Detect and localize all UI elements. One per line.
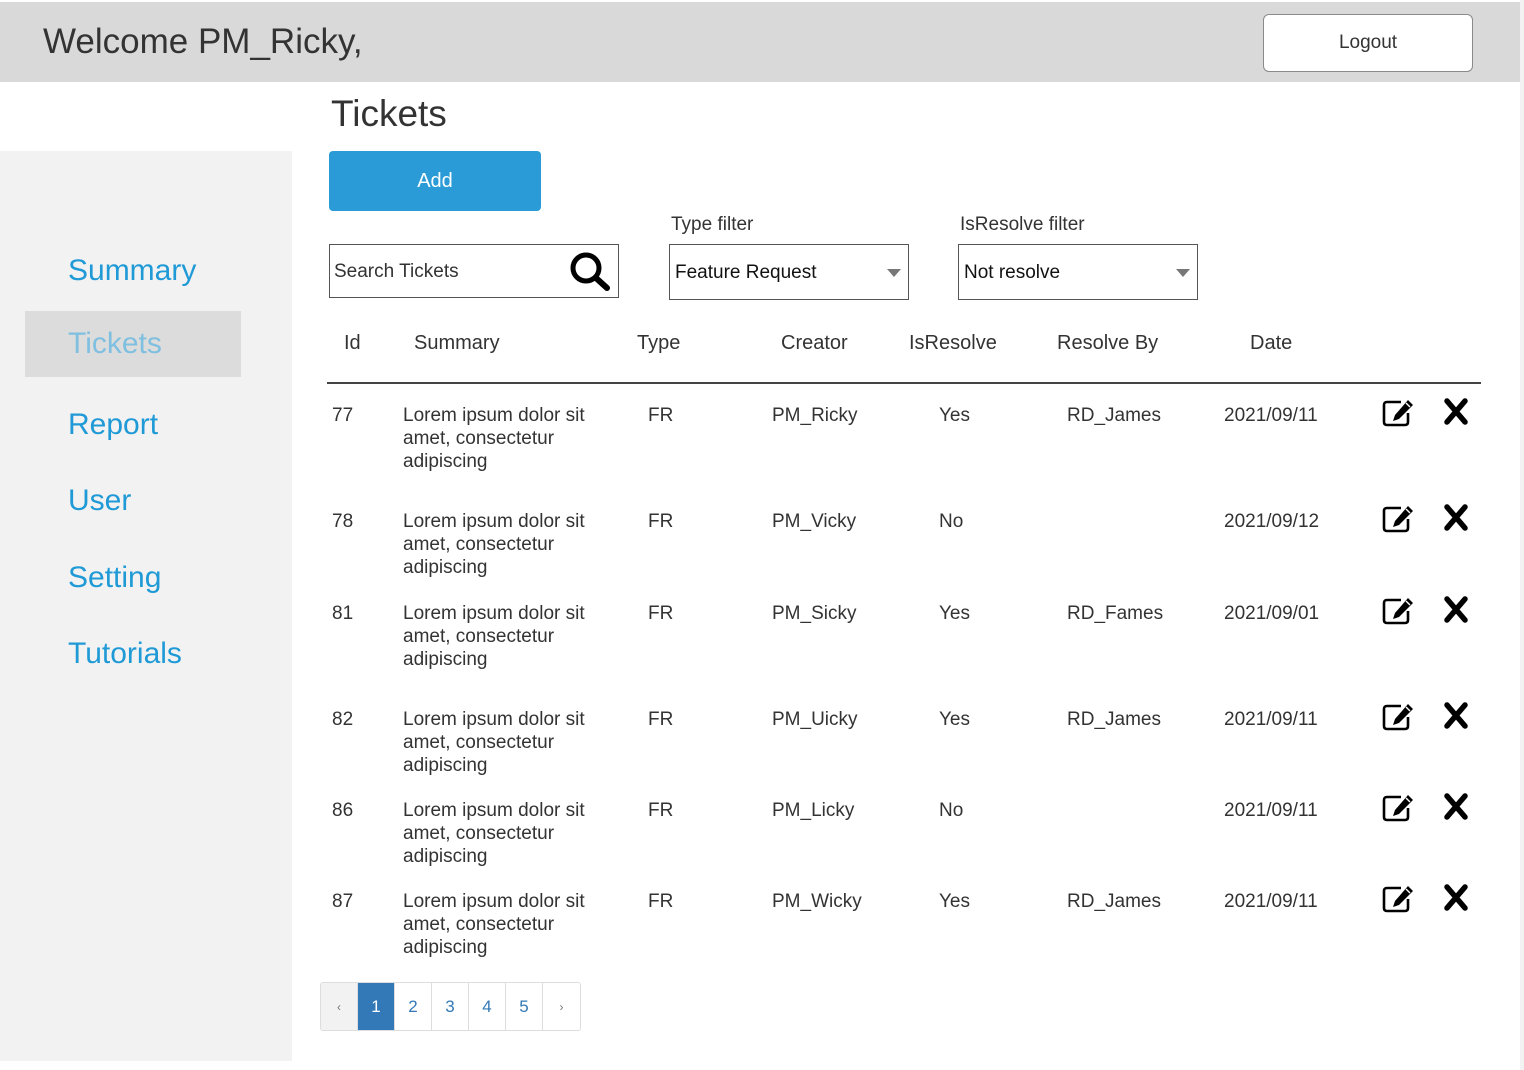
pagination-page-3[interactable]: 3 [432, 983, 469, 1030]
sidebar-item-summary[interactable]: Summary [25, 238, 241, 304]
app-window: Welcome PM_Ricky, Logout Summary Tickets… [0, 0, 1524, 1070]
cell-isresolve: Yes [939, 603, 970, 624]
caret-down-icon [1176, 269, 1190, 277]
cell-isresolve: Yes [939, 405, 970, 426]
pagination-page-5[interactable]: 5 [506, 983, 543, 1030]
table-header-divider [327, 382, 1481, 384]
cell-isresolve: No [939, 800, 964, 821]
edit-icon[interactable] [1382, 504, 1416, 534]
column-header-date: Date [1250, 332, 1293, 354]
pagination-prev-button[interactable]: ‹ [321, 983, 358, 1030]
cell-id: 78 [332, 511, 354, 532]
cell-resolve-by: RD_James [1067, 709, 1161, 730]
caret-down-icon [887, 269, 901, 277]
table-row: 78 Lorem ipsum dolor sit amet, consectet… [0, 504, 1520, 600]
cell-summary: Lorem ipsum dolor sit amet, consectetur … [403, 709, 585, 776]
cell-resolve-by: RD_Fames [1067, 603, 1164, 624]
type-filter-label: Type filter [671, 214, 754, 235]
delete-icon[interactable] [1444, 884, 1468, 911]
cell-id: 86 [332, 800, 354, 821]
column-header-resolve-by: Resolve By [1057, 332, 1159, 354]
resolve-filter-select[interactable]: Not resolve [958, 244, 1198, 300]
welcome-text: Welcome PM_Ricky, [43, 22, 363, 61]
column-header-id: Id [344, 332, 361, 354]
cell-type: FR [648, 709, 674, 730]
cell-id: 87 [332, 891, 354, 912]
cell-creator: PM_Ricky [772, 405, 858, 426]
resolve-filter-label: IsResolve filter [960, 214, 1085, 235]
cell-date: 2021/09/12 [1224, 511, 1320, 532]
cell-type: FR [648, 603, 674, 624]
cell-summary: Lorem ipsum dolor sit amet, consectetur … [403, 405, 585, 472]
cell-type: FR [648, 891, 674, 912]
delete-icon[interactable] [1444, 596, 1468, 623]
pagination-next-button[interactable]: › [543, 983, 580, 1030]
column-header-isresolve: IsResolve [909, 332, 997, 354]
pagination: ‹ 1 2 3 4 5 › [320, 982, 581, 1031]
cell-creator: PM_Vicky [772, 511, 857, 532]
cell-id: 77 [332, 405, 354, 426]
cell-date: 2021/09/11 [1224, 709, 1318, 730]
cell-summary: Lorem ipsum dolor sit amet, consectetur … [403, 891, 585, 958]
type-filter-value: Feature Request [675, 262, 817, 283]
type-filter-select[interactable]: Feature Request [669, 244, 909, 300]
search-input[interactable] [332, 255, 566, 289]
cell-isresolve: Yes [939, 891, 970, 912]
cell-creator: PM_Wicky [772, 891, 862, 912]
cell-isresolve: Yes [939, 709, 970, 730]
cell-type: FR [648, 511, 674, 532]
delete-icon[interactable] [1444, 504, 1468, 531]
cell-resolve-by: RD_James [1067, 891, 1161, 912]
logout-button[interactable]: Logout [1263, 14, 1473, 72]
cell-creator: PM_Licky [772, 800, 855, 821]
cell-summary: Lorem ipsum dolor sit amet, consectetur … [403, 511, 585, 578]
search-icon[interactable] [566, 251, 612, 291]
edit-icon[interactable] [1382, 596, 1416, 626]
cell-date: 2021/09/11 [1224, 405, 1318, 426]
column-header-creator: Creator [781, 332, 848, 354]
cell-id: 82 [332, 709, 354, 730]
delete-icon[interactable] [1444, 398, 1468, 425]
cell-creator: PM_Uicky [772, 709, 858, 730]
add-ticket-button[interactable]: Add [329, 151, 541, 211]
cell-type: FR [648, 800, 674, 821]
edit-icon[interactable] [1382, 398, 1416, 428]
edit-icon[interactable] [1382, 793, 1416, 823]
table-row: 86 Lorem ipsum dolor sit amet, consectet… [0, 793, 1520, 889]
cell-date: 2021/09/01 [1224, 603, 1320, 624]
search-box [329, 244, 619, 298]
page-title: Tickets [331, 93, 447, 134]
edit-icon[interactable] [1382, 884, 1416, 914]
table-row: 87 Lorem ipsum dolor sit amet, consectet… [0, 884, 1520, 980]
cell-resolve-by: RD_James [1067, 405, 1161, 426]
cell-summary: Lorem ipsum dolor sit amet, consectetur … [403, 603, 585, 670]
pagination-page-1[interactable]: 1 [358, 983, 395, 1030]
delete-icon[interactable] [1444, 702, 1468, 729]
cell-date: 2021/09/11 [1224, 800, 1318, 821]
pagination-page-4[interactable]: 4 [469, 983, 506, 1030]
cell-summary: Lorem ipsum dolor sit amet, consectetur … [403, 800, 585, 867]
delete-icon[interactable] [1444, 793, 1468, 820]
cell-isresolve: No [939, 511, 964, 532]
table-row: 82 Lorem ipsum dolor sit amet, consectet… [0, 702, 1520, 798]
table-row: 77 Lorem ipsum dolor sit amet, consectet… [0, 398, 1520, 494]
column-header-summary: Summary [414, 332, 500, 354]
edit-icon[interactable] [1382, 702, 1416, 732]
cell-type: FR [648, 405, 674, 426]
column-header-type: Type [637, 332, 681, 354]
table-row: 81 Lorem ipsum dolor sit amet, consectet… [0, 596, 1520, 692]
top-header: Welcome PM_Ricky, Logout [0, 0, 1520, 82]
resolve-filter-value: Not resolve [964, 262, 1061, 283]
cell-date: 2021/09/11 [1224, 891, 1318, 912]
cell-id: 81 [332, 603, 354, 624]
cell-creator: PM_Sicky [772, 603, 857, 624]
sidebar-item-tickets[interactable]: Tickets [25, 311, 241, 377]
pagination-page-2[interactable]: 2 [395, 983, 432, 1030]
